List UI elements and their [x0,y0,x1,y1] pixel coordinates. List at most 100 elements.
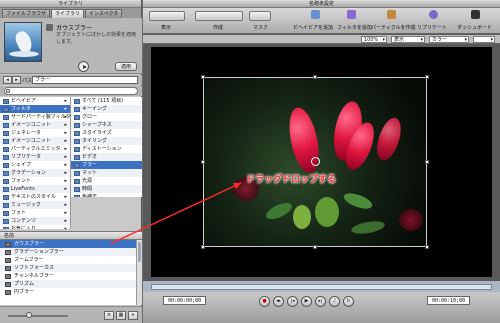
list-item[interactable]: LiveFonts ▸ [0,185,70,193]
search-input[interactable] [4,87,138,95]
apply-button[interactable]: 適用 [115,62,137,71]
list-item[interactable]: イメージユニット ▸ [0,121,70,129]
list-item[interactable]: イメージユニット ▸ [0,137,70,145]
list-item[interactable]: ビデオ [71,153,142,161]
layout-select[interactable] [473,36,495,43]
list-item[interactable]: ソフトフォーカス [0,264,136,272]
particles-icon[interactable] [387,10,396,19]
replicate-icon[interactable] [429,10,438,19]
list-item[interactable]: 色補正 [71,193,142,197]
filter-add-icon[interactable] [347,10,356,19]
resize-handle[interactable] [425,245,429,249]
list-item-label: グラデーション [11,170,46,176]
disclosure-arrow-icon: ▸ [64,194,67,200]
list-view-button[interactable]: ≡ [104,311,114,320]
play-button[interactable]: ▶ [301,296,312,307]
list-item[interactable]: フォト ▸ [0,209,70,217]
tab-library[interactable]: ライブラリ [51,9,85,18]
icon-view-button[interactable]: ▦ [116,311,126,320]
list-item[interactable]: 時間 [71,185,142,193]
audio-button[interactable]: ♪ [329,296,340,307]
list-item[interactable]: ディストーション [71,145,142,153]
zoom-select[interactable]: 100% [361,36,387,43]
list-item[interactable]: マット [71,169,142,177]
display-label: 表示 [161,25,172,31]
timeline-bar[interactable] [151,284,492,290]
list-item[interactable]: ガウスブラー [0,240,136,248]
dashboard-icon[interactable] [471,10,480,19]
list-item[interactable]: お気に入り ▸ [0,225,70,229]
go-to-start-button[interactable]: |◂ [287,296,298,307]
mini-timeline[interactable] [143,280,500,292]
list-item[interactable]: フィルタ ▸ [0,105,70,113]
play-preview-button[interactable] [78,61,89,72]
list-item[interactable]: グラデーションブラー [0,248,136,256]
list-item[interactable]: ズームブラー [0,256,136,264]
list-item[interactable]: パーティクルエミッタ ▸ [0,145,70,153]
folder-icon [74,146,80,152]
list-item[interactable]: 光源 [71,177,142,185]
folder-icon [5,273,11,279]
list-item[interactable]: コンテンツ ▸ [0,217,70,225]
timecode-duration[interactable]: 00:00:10;00 [427,296,471,305]
tab-file-browser[interactable]: ファイルブラウザ [2,9,51,18]
play-range-button[interactable]: ◂▸ [273,296,284,307]
list-item[interactable]: シェイプ ▸ [0,161,70,169]
list-header-name[interactable]: 名前 [0,231,142,240]
list-item[interactable]: フォント ▸ [0,177,70,185]
color-select[interactable]: カラー [429,36,469,43]
list-item[interactable]: ビヘイビア ▸ [0,97,70,105]
timecode-current[interactable]: 00:00:00;00 [163,296,207,305]
list-item[interactable]: グロー [71,113,142,121]
back-button[interactable]: ◂ [3,76,12,84]
view-tools-button[interactable] [149,11,185,21]
mask-tools-button[interactable] [249,11,271,21]
anchor-point[interactable] [311,157,320,166]
list-item[interactable]: 円ブラー [0,288,136,296]
forward-button[interactable]: ▸ [12,76,21,84]
go-to-end-button[interactable]: ▸| [315,296,326,307]
list-item-label: ミュージック [11,202,41,208]
list-item[interactable]: すべて (115 項目) [71,97,142,105]
view-select[interactable]: 表示 [391,36,425,43]
slider-knob[interactable] [26,312,32,318]
folder-icon [74,106,80,112]
icon-size-slider[interactable] [8,312,68,318]
list-item[interactable]: リプリケータ ▸ [0,153,70,161]
resize-handle[interactable] [201,75,205,79]
create-tools-button[interactable] [195,11,243,21]
list-item[interactable]: テキストのスタイル ▸ [0,193,70,201]
new-folder-button[interactable]: + [128,311,138,320]
list-item[interactable]: ジェネレータ ▸ [0,129,70,137]
list-item[interactable]: キーイング [71,105,142,113]
library-footer: ≡ ▦ + [0,306,142,323]
list-item[interactable]: グラデーション ▸ [0,169,70,177]
path-select[interactable]: ブラー [32,76,138,84]
record-button[interactable]: ● [259,296,270,307]
list-item[interactable]: サードパーティ製フィルタ ▸ [0,113,70,121]
path-bar: ◂ ▸ パス: ブラー [0,75,142,85]
scroll-thumb[interactable] [138,242,141,262]
list-item[interactable]: スタイライズ [71,129,142,137]
list-item[interactable]: タイリング [71,137,142,145]
resize-handle[interactable] [313,245,317,249]
resize-handle[interactable] [425,160,429,164]
list-item[interactable]: プリズム [0,280,136,288]
loop-button[interactable]: ↻ [343,296,354,307]
drag-drop-annotation: ドラッグドロップする [246,175,337,185]
resize-handle[interactable] [313,75,317,79]
preview-area: ガウスブラー オブジェクトにぼかしの効果を適用します。 適用 [0,18,142,74]
list-item[interactable]: チャンネルブラー [0,272,136,280]
disclosure-arrow-icon: ▸ [64,106,67,112]
tab-inspector[interactable]: インスペクタ [85,9,123,18]
list-item-label: パーティクルエミッタ [11,146,61,152]
behavior-icon[interactable] [311,10,320,19]
list-item[interactable]: ミュージック ▸ [0,201,70,209]
canvas-area[interactable] [151,47,492,277]
list-item[interactable]: ブラー [71,161,142,169]
resize-handle[interactable] [425,75,429,79]
resize-handle[interactable] [201,245,205,249]
item-list-scrollbar[interactable] [136,240,142,305]
resize-handle[interactable] [201,160,205,164]
list-item[interactable]: シャープネス [71,121,142,129]
